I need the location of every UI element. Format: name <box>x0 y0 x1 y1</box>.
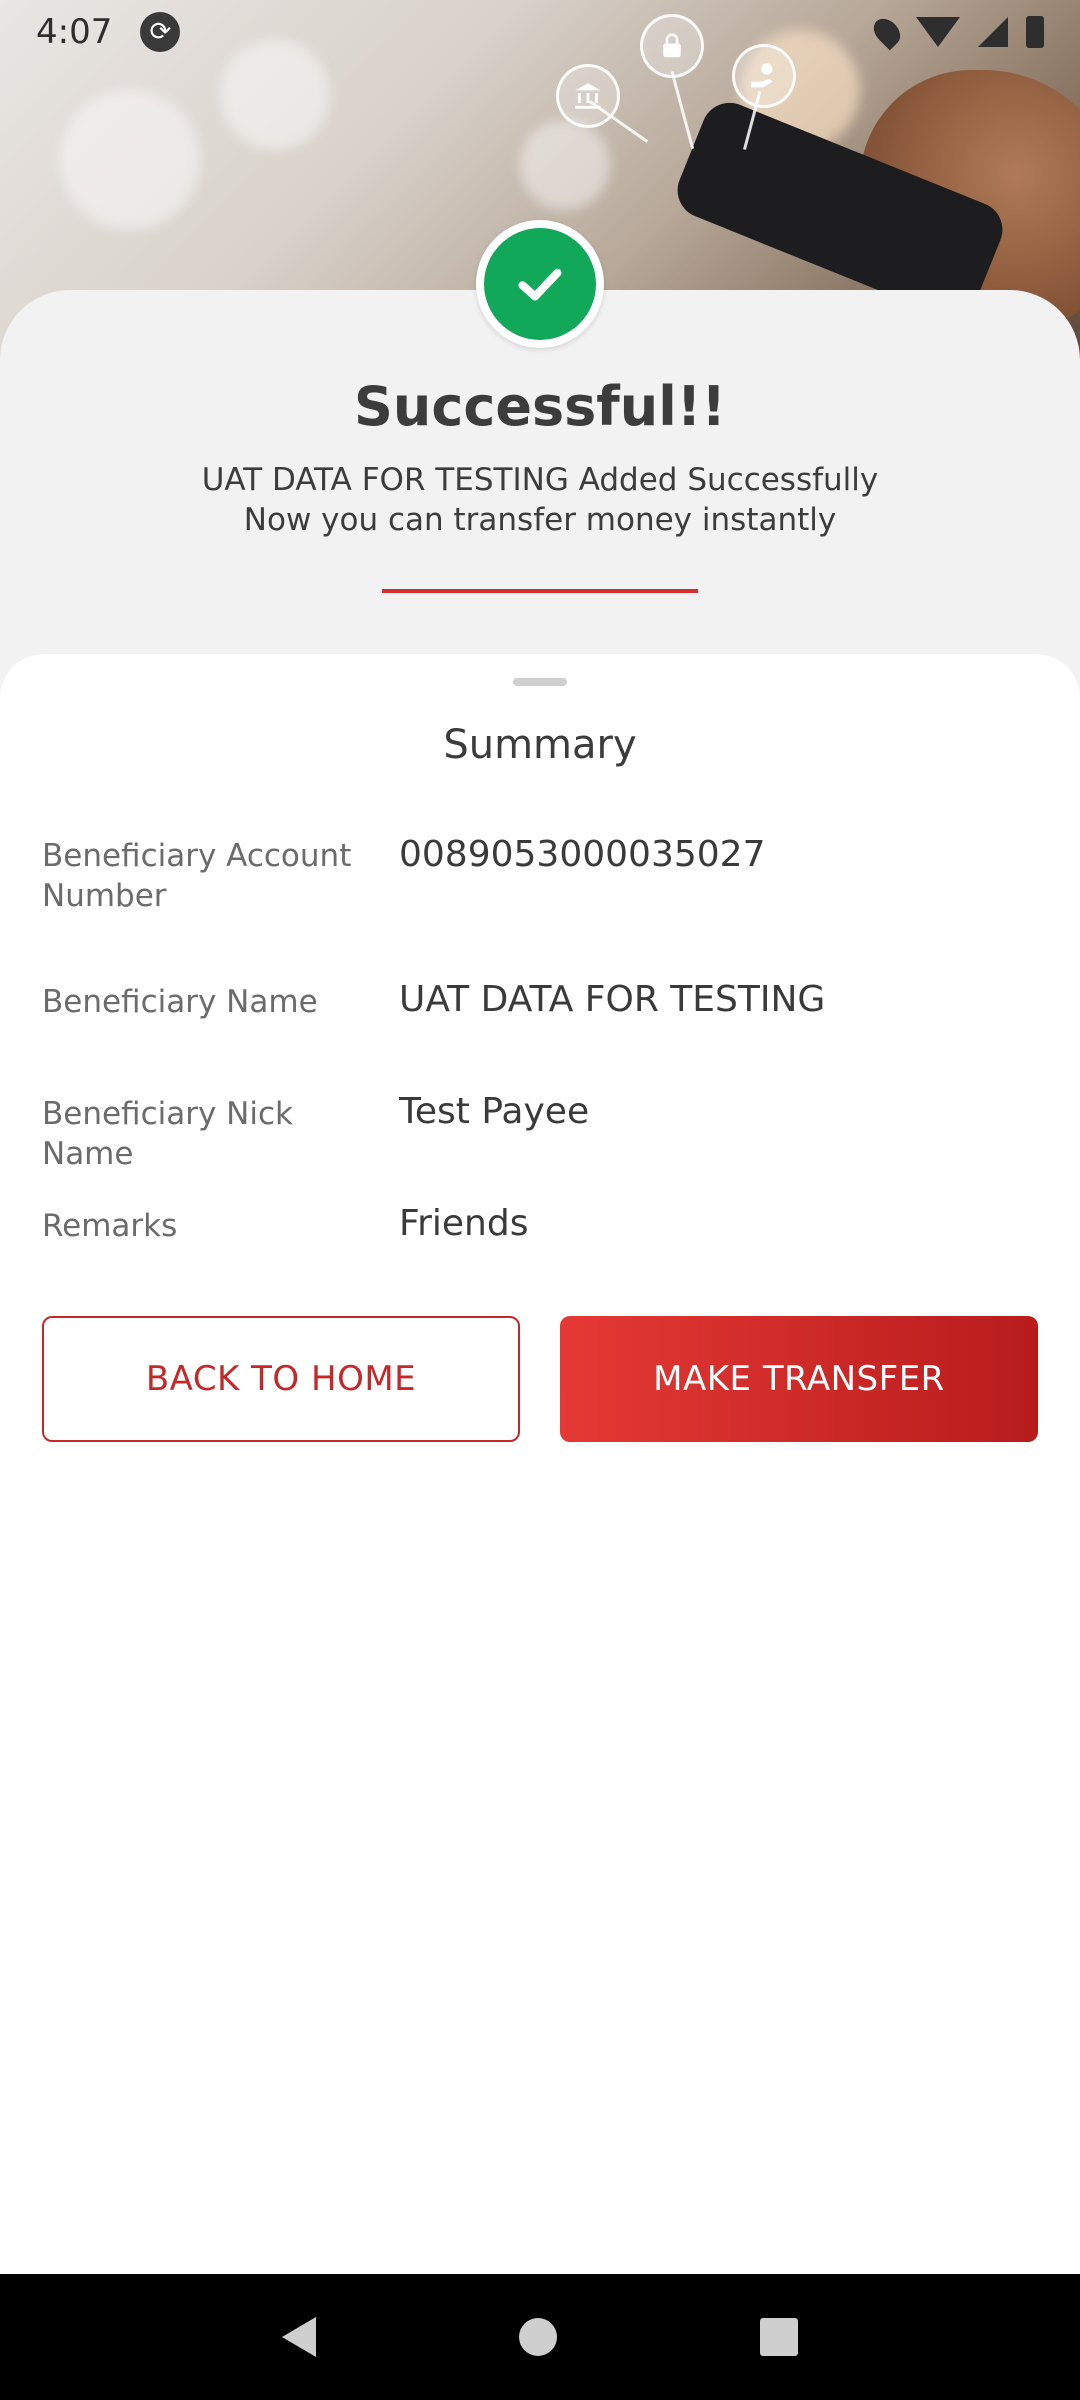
nick-name-label: Beneficiary Nick Name <box>42 1096 293 1172</box>
account-number-value: 0089053000035027 <box>399 834 766 875</box>
battery-icon <box>1026 16 1044 48</box>
beneficiary-name-label: Beneficiary Name <box>42 984 318 1020</box>
back-icon[interactable] <box>281 2317 316 2357</box>
signal-icon <box>978 17 1008 47</box>
success-card <box>0 290 1080 710</box>
summary-title: Summary <box>443 722 637 768</box>
account-number-label: Beneficiary Account Number <box>42 838 352 914</box>
make-transfer-button[interactable]: MAKE TRANSFER <box>560 1316 1038 1442</box>
back-to-home-button[interactable]: BACK TO HOME <box>42 1316 520 1442</box>
success-message: UAT DATA FOR TESTING Added Successfully <box>201 462 879 498</box>
summary-sheet: Summary Beneficiary Account Number 00890… <box>0 654 1080 2274</box>
check-circle-icon <box>476 220 604 348</box>
remarks-value: Friends <box>399 1203 529 1244</box>
beneficiary-name-value: UAT DATA FOR TESTING <box>399 979 826 1020</box>
location-icon <box>868 13 906 51</box>
success-title: Successful!! <box>354 375 726 438</box>
drag-handle[interactable] <box>513 678 567 686</box>
navigation-bar <box>0 2274 1080 2400</box>
divider <box>382 589 698 593</box>
nick-name-value: Test Payee <box>399 1091 590 1132</box>
success-submessage: Now you can transfer money instantly <box>243 502 837 538</box>
sync-icon: ⟳ <box>140 12 181 52</box>
status-bar: 4:07 ⟳ <box>0 0 1080 64</box>
recents-icon[interactable] <box>760 2318 799 2356</box>
wifi-icon <box>916 17 960 47</box>
bank-icon <box>556 64 620 128</box>
remarks-label: Remarks <box>42 1208 178 1244</box>
status-time: 4:07 <box>36 12 113 52</box>
home-icon[interactable] <box>518 2318 557 2356</box>
